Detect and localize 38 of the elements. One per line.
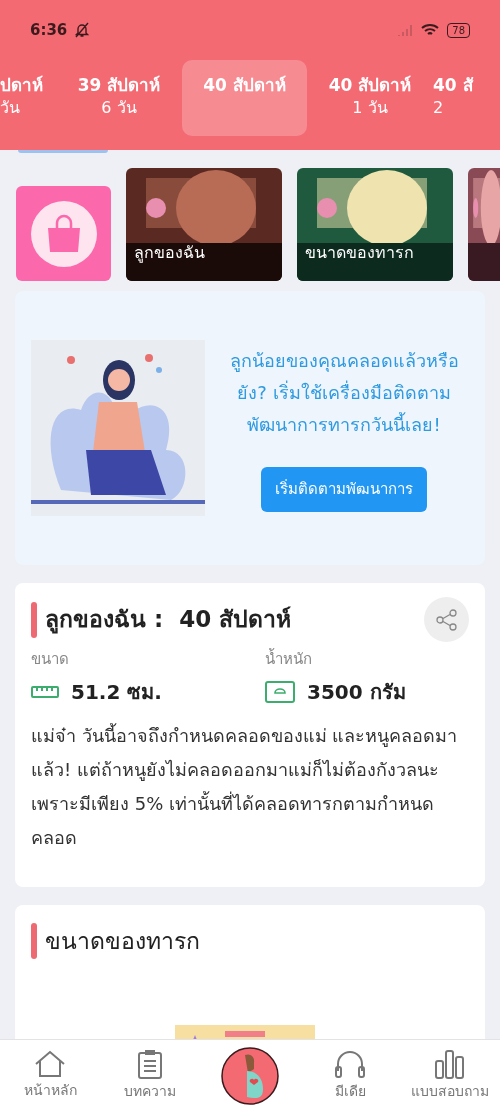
status-time: 6:36 (30, 19, 68, 41)
signal-icon (397, 24, 414, 36)
start-tracking-button[interactable]: เริ่มติดตามพัฒนาการ (261, 466, 427, 512)
share-icon (435, 608, 458, 631)
nav-tab[interactable]: หน้าหลัก (0, 1040, 100, 1111)
home-icon (34, 1050, 66, 1078)
clipboard-icon (137, 1049, 163, 1079)
accent-bar (31, 601, 37, 638)
bar-chart-icon (434, 1049, 466, 1079)
week-tab[interactable]: 40 สัปดาห์ 1 วัน (311, 60, 429, 136)
card-title: ขนาดของทารก (45, 926, 200, 956)
week-tab[interactable]: 40 สัปดาห์ (182, 60, 307, 136)
battery-indicator: 78 (447, 22, 470, 38)
weight-label: น้ำหนัก (265, 648, 313, 670)
bell-muted-icon (75, 22, 90, 38)
pregnant-figure-icon[interactable] (221, 1046, 279, 1105)
week-tab[interactable]: 40 สั 2 (433, 60, 489, 136)
size-value: 51.2 ซม. (71, 678, 162, 706)
week-tab[interactable]: ปดาห์ วัน (0, 60, 56, 136)
accent-bar (31, 923, 37, 959)
wifi-icon (421, 23, 440, 37)
shopping-bag-icon (30, 200, 97, 267)
card-label: ขนาดของทารก (305, 242, 414, 264)
weight-value: 3500 กรัม (307, 678, 406, 706)
size-label: ขนาด (31, 649, 70, 670)
card-title: ลูกของฉัน : 40 สัปดาห์ (45, 605, 292, 636)
ruler-icon (31, 683, 59, 700)
baby-description: แม่จ๋า วันนี้อาจถึงกำหนดคลอดของแม่ และหนูคลอดมาแล้ว! แต่ถ้าหนูยังไม่คลอดออกมาแม่ก็ไม่ต้องกังวลนะ เพราะมีเพียง 5% เท่านั้นที่ได้คลอดทารกตามกำหนดคลอด (31, 722, 459, 850)
shop-button[interactable] (16, 186, 111, 281)
share-button[interactable] (424, 597, 469, 642)
headphones-icon (334, 1049, 366, 1079)
week-tab[interactable]: 39 สัปดาห์ 6 วัน (60, 60, 178, 136)
nav-tab[interactable]: มีเดีย (300, 1040, 400, 1111)
scale-icon (265, 680, 295, 703)
card-label: ลูกของฉัน (134, 242, 205, 265)
promo-message: ลูกน้อยของคุณคลอดแล้วหรือยัง? เริ่มใช้เครื่องมือติดตามพัฒนาการทารกวันนี้เลย! (228, 348, 460, 437)
nav-tab[interactable]: บทความ (100, 1040, 200, 1111)
nav-tab[interactable]: แบบสอบถาม (400, 1040, 500, 1111)
